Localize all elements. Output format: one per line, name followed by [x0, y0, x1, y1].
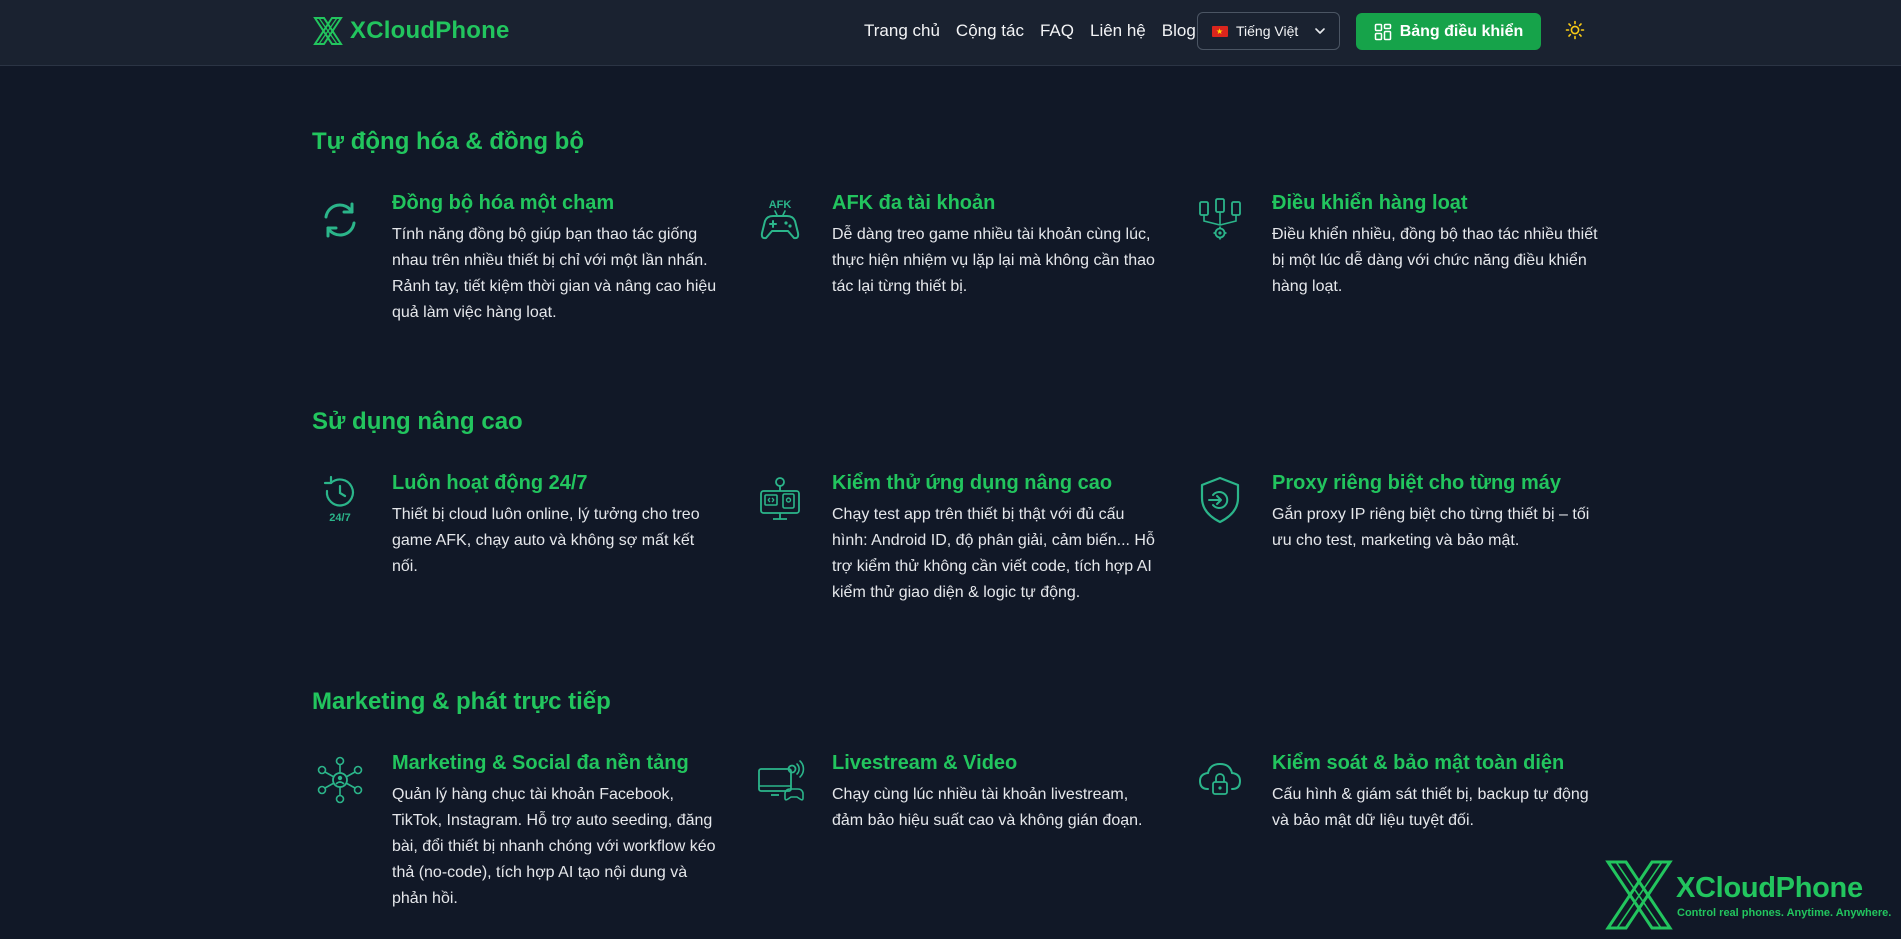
feature-description: Cấu hình & giám sát thiết bị, backup tự …	[1272, 786, 1589, 829]
watermark-tagline: Control real phones. Anytime. Anywhere.	[1677, 907, 1892, 919]
nav-home[interactable]: Trang chủ	[864, 21, 940, 41]
nav-blog[interactable]: Blog	[1162, 21, 1196, 41]
social-network-icon	[312, 752, 368, 808]
proxy-shield-icon	[1192, 472, 1248, 528]
multi-device-control-icon	[1192, 192, 1248, 248]
feature-title: Luôn hoạt động 24/7	[392, 472, 588, 494]
afk-gamepad-icon: AFK	[752, 192, 808, 248]
feature-title: Đồng bộ hóa một chạm	[392, 192, 615, 214]
language-select[interactable]: Tiếng Việt	[1197, 12, 1340, 50]
feature-title: Proxy riêng biệt cho từng máy	[1272, 472, 1561, 494]
app-testing-icon	[752, 472, 808, 528]
xcloudphone-watermark-logo-icon	[1605, 860, 1673, 930]
feature-description: Chạy cùng lúc nhiều tài khoản livestream…	[832, 786, 1143, 829]
cloud-lock-icon	[1192, 752, 1248, 808]
sun-icon	[1565, 20, 1585, 40]
feature-description: Thiết bị cloud luôn online, lý tưởng cho…	[392, 506, 700, 575]
xcloudphone-watermark: XCloudPhone Control real phones. Anytime…	[1604, 858, 1896, 932]
livestream-icon	[752, 752, 808, 808]
language-label: Tiếng Việt	[1236, 23, 1299, 39]
section-title-automation: Tự động hóa & đồng bộ	[312, 128, 584, 155]
vietnam-flag-icon	[1212, 25, 1228, 37]
feature-description: Dễ dàng treo game nhiều tài khoản cùng l…	[832, 226, 1155, 295]
dashboard-grid-icon	[1374, 23, 1391, 40]
feature-description: Quản lý hàng chục tài khoản Facebook, Ti…	[392, 786, 716, 907]
section-title-marketing: Marketing & phát trực tiếp	[312, 688, 611, 715]
brand-name: XCloudPhone	[350, 17, 510, 44]
clock-24-7-icon: 24/7	[312, 472, 368, 528]
dashboard-button[interactable]: Bảng điều khiển	[1356, 13, 1541, 50]
feature-description: Chạy test app trên thiết bị thật với đủ …	[832, 506, 1155, 601]
watermark-brand: XCloudPhone	[1676, 872, 1863, 904]
feature-description: Tính năng đồng bộ giúp bạn thao tác giốn…	[392, 226, 717, 321]
svg-text:24/7: 24/7	[329, 512, 350, 524]
nav-partners[interactable]: Cộng tác	[956, 21, 1024, 41]
main-nav: Trang chủ Cộng tác FAQ Liên hệ Blog	[864, 18, 1196, 44]
feature-title: Kiểm thử ứng dụng nâng cao	[832, 472, 1113, 494]
svg-text:AFK: AFK	[769, 199, 792, 211]
feature-title: Kiểm soát & bảo mật toàn diện	[1272, 752, 1565, 774]
chevron-down-icon	[1315, 28, 1325, 34]
nav-contact[interactable]: Liên hệ	[1090, 21, 1146, 41]
top-navbar: XCloudPhone Trang chủ Cộng tác FAQ Liên …	[0, 0, 1901, 66]
section-title-advanced: Sử dụng nâng cao	[312, 408, 523, 435]
feature-description: Điều khiển nhiều, đồng bộ thao tác nhiều…	[1272, 226, 1598, 295]
nav-faq[interactable]: FAQ	[1040, 21, 1074, 41]
feature-title: Điều khiển hàng loạt	[1272, 192, 1468, 214]
feature-title: AFK đa tài khoản	[832, 192, 996, 214]
xcloudphone-logo-icon	[313, 17, 343, 45]
feature-description: Gắn proxy IP riêng biệt cho từng thiết b…	[1272, 506, 1590, 549]
brand-logo-link[interactable]: XCloudPhone	[312, 13, 510, 49]
feature-title: Marketing & Social đa nền tảng	[392, 752, 689, 774]
feature-title: Livestream & Video	[832, 752, 1018, 774]
sync-icon	[312, 192, 368, 248]
dashboard-button-label: Bảng điều khiển	[1399, 22, 1524, 40]
theme-toggle-button[interactable]	[1563, 18, 1587, 42]
